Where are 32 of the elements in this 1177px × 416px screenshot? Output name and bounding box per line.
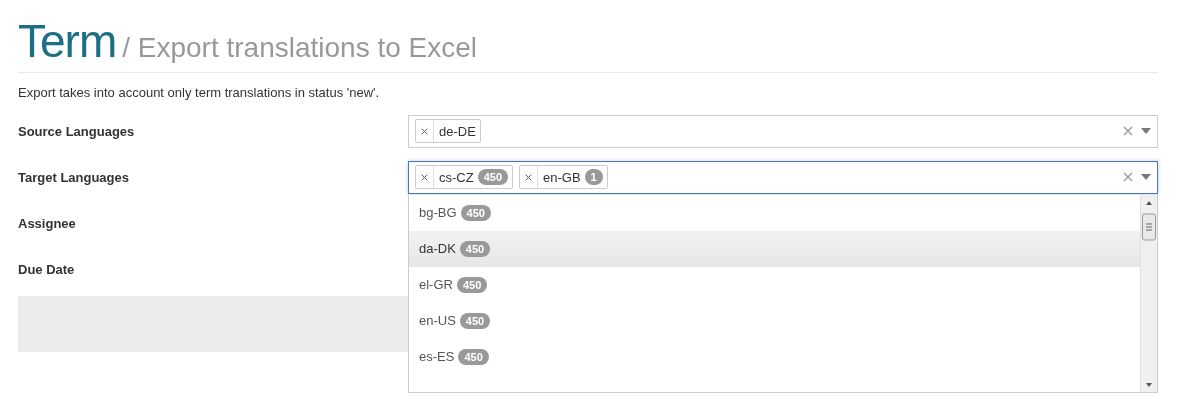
count-badge: 450: [460, 204, 491, 221]
clear-icon[interactable]: [1123, 172, 1133, 182]
field-label: Target Languages: [18, 169, 130, 185]
count-badge: 450: [458, 348, 489, 365]
scrollbar[interactable]: [1140, 194, 1157, 392]
count-badge: 1: [584, 169, 603, 185]
count-badge: 450: [459, 240, 491, 257]
clear-icon[interactable]: [1123, 126, 1133, 136]
remove-icon[interactable]: [525, 173, 533, 181]
remove-icon[interactable]: [421, 173, 428, 181]
tag-label: de-DE: [438, 123, 477, 139]
remove-icon[interactable]: [421, 127, 428, 135]
dropdown-option[interactable]: es-ES 450: [409, 338, 1140, 375]
field-label: Source Languages: [18, 123, 136, 139]
multiselect-field[interactable]: cs-CZ 450 en-GB 1: [408, 160, 1158, 194]
field-label: Assignee: [18, 215, 77, 231]
count-badge: 450: [459, 312, 491, 329]
count-badge: 450: [456, 276, 488, 293]
field-label: Due Date: [18, 261, 76, 277]
dropdown-option[interactable]: en-US 450: [409, 302, 1140, 339]
description-text: Export takes into account only term translations in status 'new'.: [18, 85, 381, 100]
caret-icon[interactable]: [1141, 128, 1151, 134]
dropdown-option[interactable]: bg-BG 450: [409, 194, 1140, 231]
page-subtitle: / Export translations to Excel: [122, 32, 478, 64]
tag-label: cs-CZ: [438, 169, 475, 185]
page-title: Term: [18, 14, 117, 68]
tag-label: en-GB: [542, 169, 582, 185]
dropdown-option[interactable]: el-GR 450: [409, 266, 1140, 303]
multiselect-field[interactable]: de-DE: [408, 114, 1158, 148]
caret-icon[interactable]: [1141, 174, 1151, 180]
count-badge: 450: [477, 169, 509, 185]
dropdown-option[interactable]: da-DK 450: [409, 230, 1140, 267]
